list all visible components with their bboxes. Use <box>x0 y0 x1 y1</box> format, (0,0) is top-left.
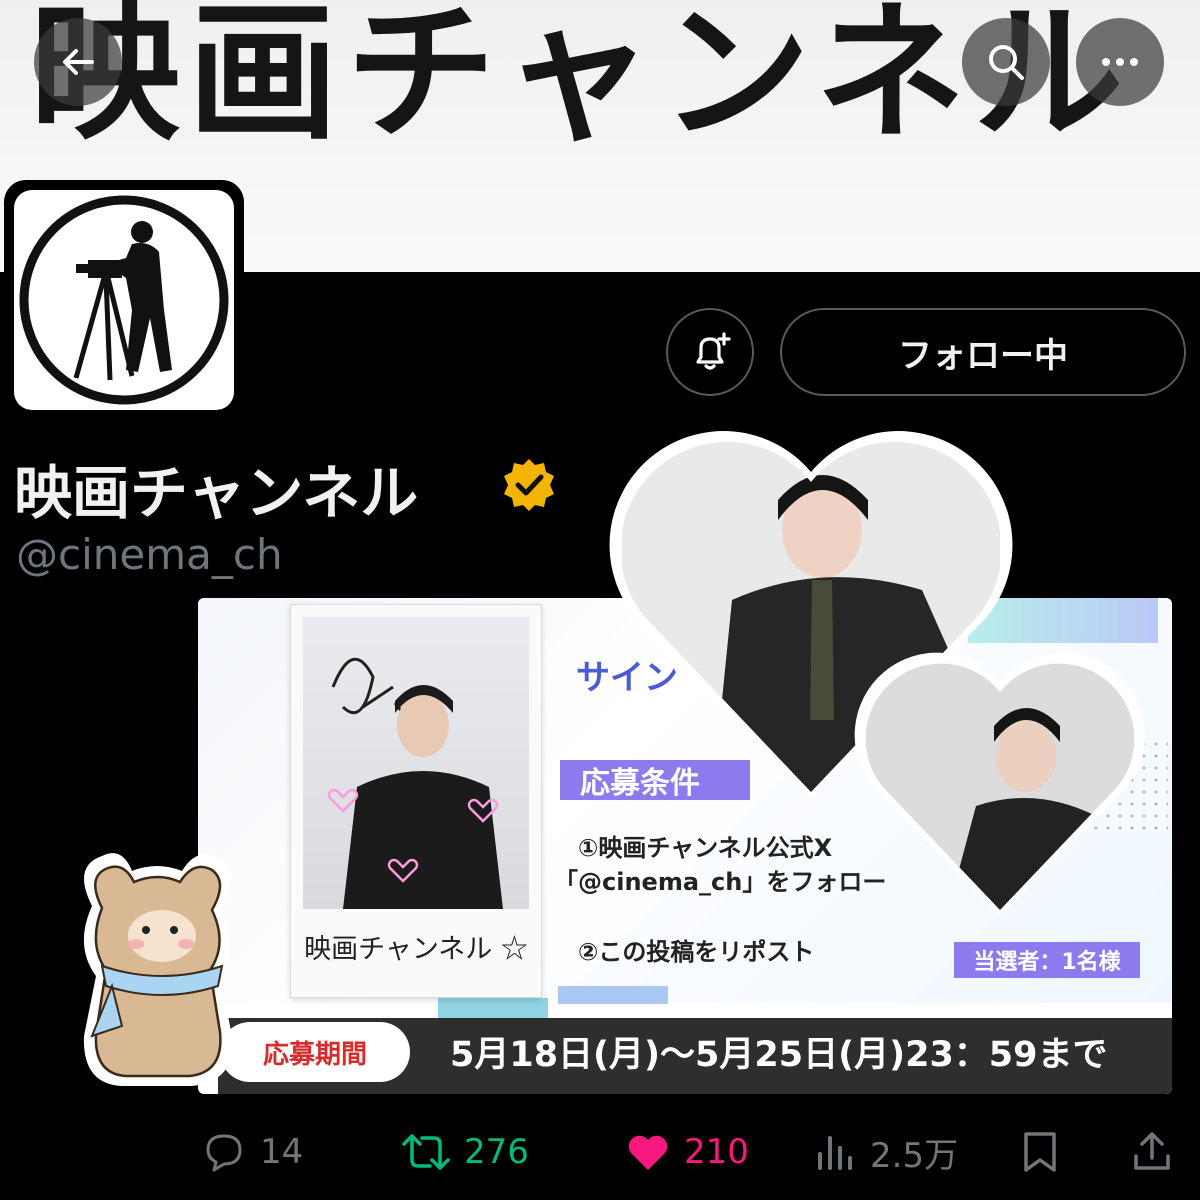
repost-button[interactable]: 276 <box>400 1128 529 1176</box>
verified-badge-icon <box>500 456 558 514</box>
back-arrow-icon <box>63 49 94 75</box>
notify-button[interactable] <box>666 308 754 396</box>
search-icon <box>989 45 1024 80</box>
condition-item: 「@cinema_ch」をフォロー <box>554 868 887 896</box>
bookmark-icon <box>1024 1132 1056 1172</box>
bell-plus-icon <box>696 332 731 370</box>
following-button[interactable]: フォロー中 <box>780 308 1186 396</box>
share-button[interactable] <box>1130 1128 1186 1176</box>
period-dates: 5月18日(月)〜5月25日(月)23：59まで <box>450 1035 1108 1075</box>
banner-title: 映画チャンネル <box>30 0 1132 161</box>
display-name: 映画チャンネル <box>14 459 419 527</box>
repost-count: 276 <box>464 1132 529 1172</box>
views-button[interactable]: 2.5万 <box>814 1128 958 1176</box>
bear-sticker <box>83 853 233 1086</box>
polaroid-photo <box>303 617 529 909</box>
repost-icon <box>402 1134 450 1170</box>
reply-icon <box>206 1134 242 1172</box>
like-count: 210 <box>684 1132 749 1172</box>
more-button[interactable] <box>1076 18 1164 106</box>
condition-item: ①映画チャンネル公式X <box>578 834 833 862</box>
bookmark-button[interactable] <box>1018 1128 1074 1176</box>
like-button[interactable]: 210 <box>624 1128 749 1176</box>
polaroid-caption: 映画チャンネル ☆ <box>304 934 528 965</box>
condition-item: ②この投稿をリポスト <box>578 938 815 966</box>
user-handle: @cinema_ch <box>16 530 283 579</box>
back-button[interactable] <box>34 18 122 106</box>
heart-photo-small <box>854 652 1146 916</box>
like-icon <box>628 1135 668 1170</box>
share-icon <box>1134 1132 1170 1170</box>
search-button[interactable] <box>962 18 1050 106</box>
views-icon <box>818 1136 852 1170</box>
cameraman-logo-icon <box>19 195 229 405</box>
winner-badge: 当選者：1名様 <box>954 942 1140 978</box>
more-icon <box>1102 58 1138 66</box>
reply-button[interactable]: 14 <box>200 1128 303 1176</box>
views-count: 2.5万 <box>870 1135 959 1176</box>
avatar[interactable] <box>14 190 234 410</box>
reply-count: 14 <box>260 1132 304 1172</box>
signed-polaroid: 映画チャンネル ☆ <box>290 604 542 998</box>
deco-stripe <box>558 986 668 1004</box>
